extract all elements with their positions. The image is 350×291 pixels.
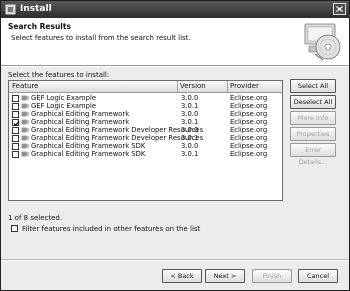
table-header: Feature Version Provider (9, 81, 282, 93)
feature-version: 3.0.0 (181, 142, 199, 150)
error-details-button[interactable]: Error Details... (290, 143, 336, 166)
footer-divider-highlight (1, 260, 349, 261)
feature-version: 3.0.0 (181, 110, 199, 118)
column-header-provider[interactable]: Provider (230, 82, 259, 90)
feature-plug-icon (21, 150, 30, 160)
column-divider[interactable] (227, 81, 228, 92)
cancel-button[interactable]: Cancel (298, 269, 338, 283)
feature-version: 3.0.0 (181, 126, 199, 134)
window-title: Install (20, 4, 52, 14)
install-dialog: Install Search Results Select features t… (0, 0, 350, 291)
page-description: Select features to install from the sear… (11, 34, 191, 42)
cd-install-icon (303, 20, 343, 64)
features-list-label: Select the features to install: (8, 71, 110, 79)
wizard-header: Search Results Select features to instal… (1, 18, 349, 66)
feature-provider: Eclipse.org (230, 142, 268, 150)
next-button[interactable]: Next > (205, 269, 245, 283)
feature-checkbox[interactable] (12, 143, 19, 150)
close-icon (336, 6, 343, 12)
feature-provider: Eclipse.org (230, 150, 268, 158)
column-header-version[interactable]: Version (180, 82, 206, 90)
selection-status: 1 of 8 selected. (8, 214, 63, 222)
feature-checkbox[interactable] (12, 111, 19, 118)
feature-name: Graphical Editing Framework SDK (31, 142, 146, 150)
feature-version: 3.0.1 (181, 134, 199, 142)
feature-provider: Eclipse.org (230, 94, 268, 102)
feature-checkbox[interactable] (12, 135, 19, 142)
finish-button[interactable]: Finish (252, 269, 292, 283)
feature-name: Graphical Editing Framework Developer Re… (31, 126, 204, 134)
feature-version: 3.0.1 (181, 150, 199, 158)
install-icon (5, 4, 16, 15)
filter-checkbox-label[interactable]: Filter features included in other featur… (22, 225, 200, 233)
feature-version: 3.0.1 (181, 102, 199, 110)
feature-provider: Eclipse.org (230, 118, 268, 126)
feature-provider: Eclipse.org (230, 134, 268, 142)
select-all-button[interactable]: Select All (290, 79, 336, 93)
feature-checkbox[interactable] (12, 103, 19, 110)
properties-button[interactable]: Properties (290, 127, 336, 141)
feature-name: Graphical Editing Framework SDK (31, 150, 146, 158)
feature-checkbox[interactable] (12, 119, 20, 127)
filter-checkbox[interactable] (11, 225, 18, 232)
feature-version: 3.0.1 (181, 118, 199, 126)
feature-name: Graphical Editing Framework (31, 118, 130, 126)
feature-provider: Eclipse.org (230, 126, 268, 134)
feature-provider: Eclipse.org (230, 110, 268, 118)
more-info-button[interactable]: More Info (290, 111, 336, 125)
feature-name: GEF Logic Example (31, 102, 97, 110)
feature-provider: Eclipse.org (230, 102, 268, 110)
feature-name: Graphical Editing Framework Developer Re… (31, 134, 204, 142)
title-bar: Install (1, 1, 349, 18)
column-header-feature[interactable]: Feature (12, 82, 38, 90)
table-row[interactable]: Graphical Editing Framework SDK 3.0.1 Ecli… (9, 150, 282, 159)
feature-name: GEF Logic Example (31, 94, 97, 102)
feature-checkbox[interactable] (12, 95, 19, 102)
feature-checkbox[interactable] (12, 127, 19, 134)
page-title: Search Results (8, 22, 71, 31)
back-button[interactable]: < Back (162, 269, 202, 283)
column-divider[interactable] (177, 81, 178, 92)
feature-checkbox[interactable] (12, 151, 19, 158)
header-divider (1, 66, 349, 67)
feature-name: Graphical Editing Framework (31, 110, 130, 118)
deselect-all-button[interactable]: Deselect All (290, 95, 336, 109)
close-button[interactable] (333, 3, 346, 15)
features-table[interactable]: Feature Version Provider GEF Logic Examp… (8, 80, 283, 201)
feature-version: 3.0.0 (181, 94, 199, 102)
